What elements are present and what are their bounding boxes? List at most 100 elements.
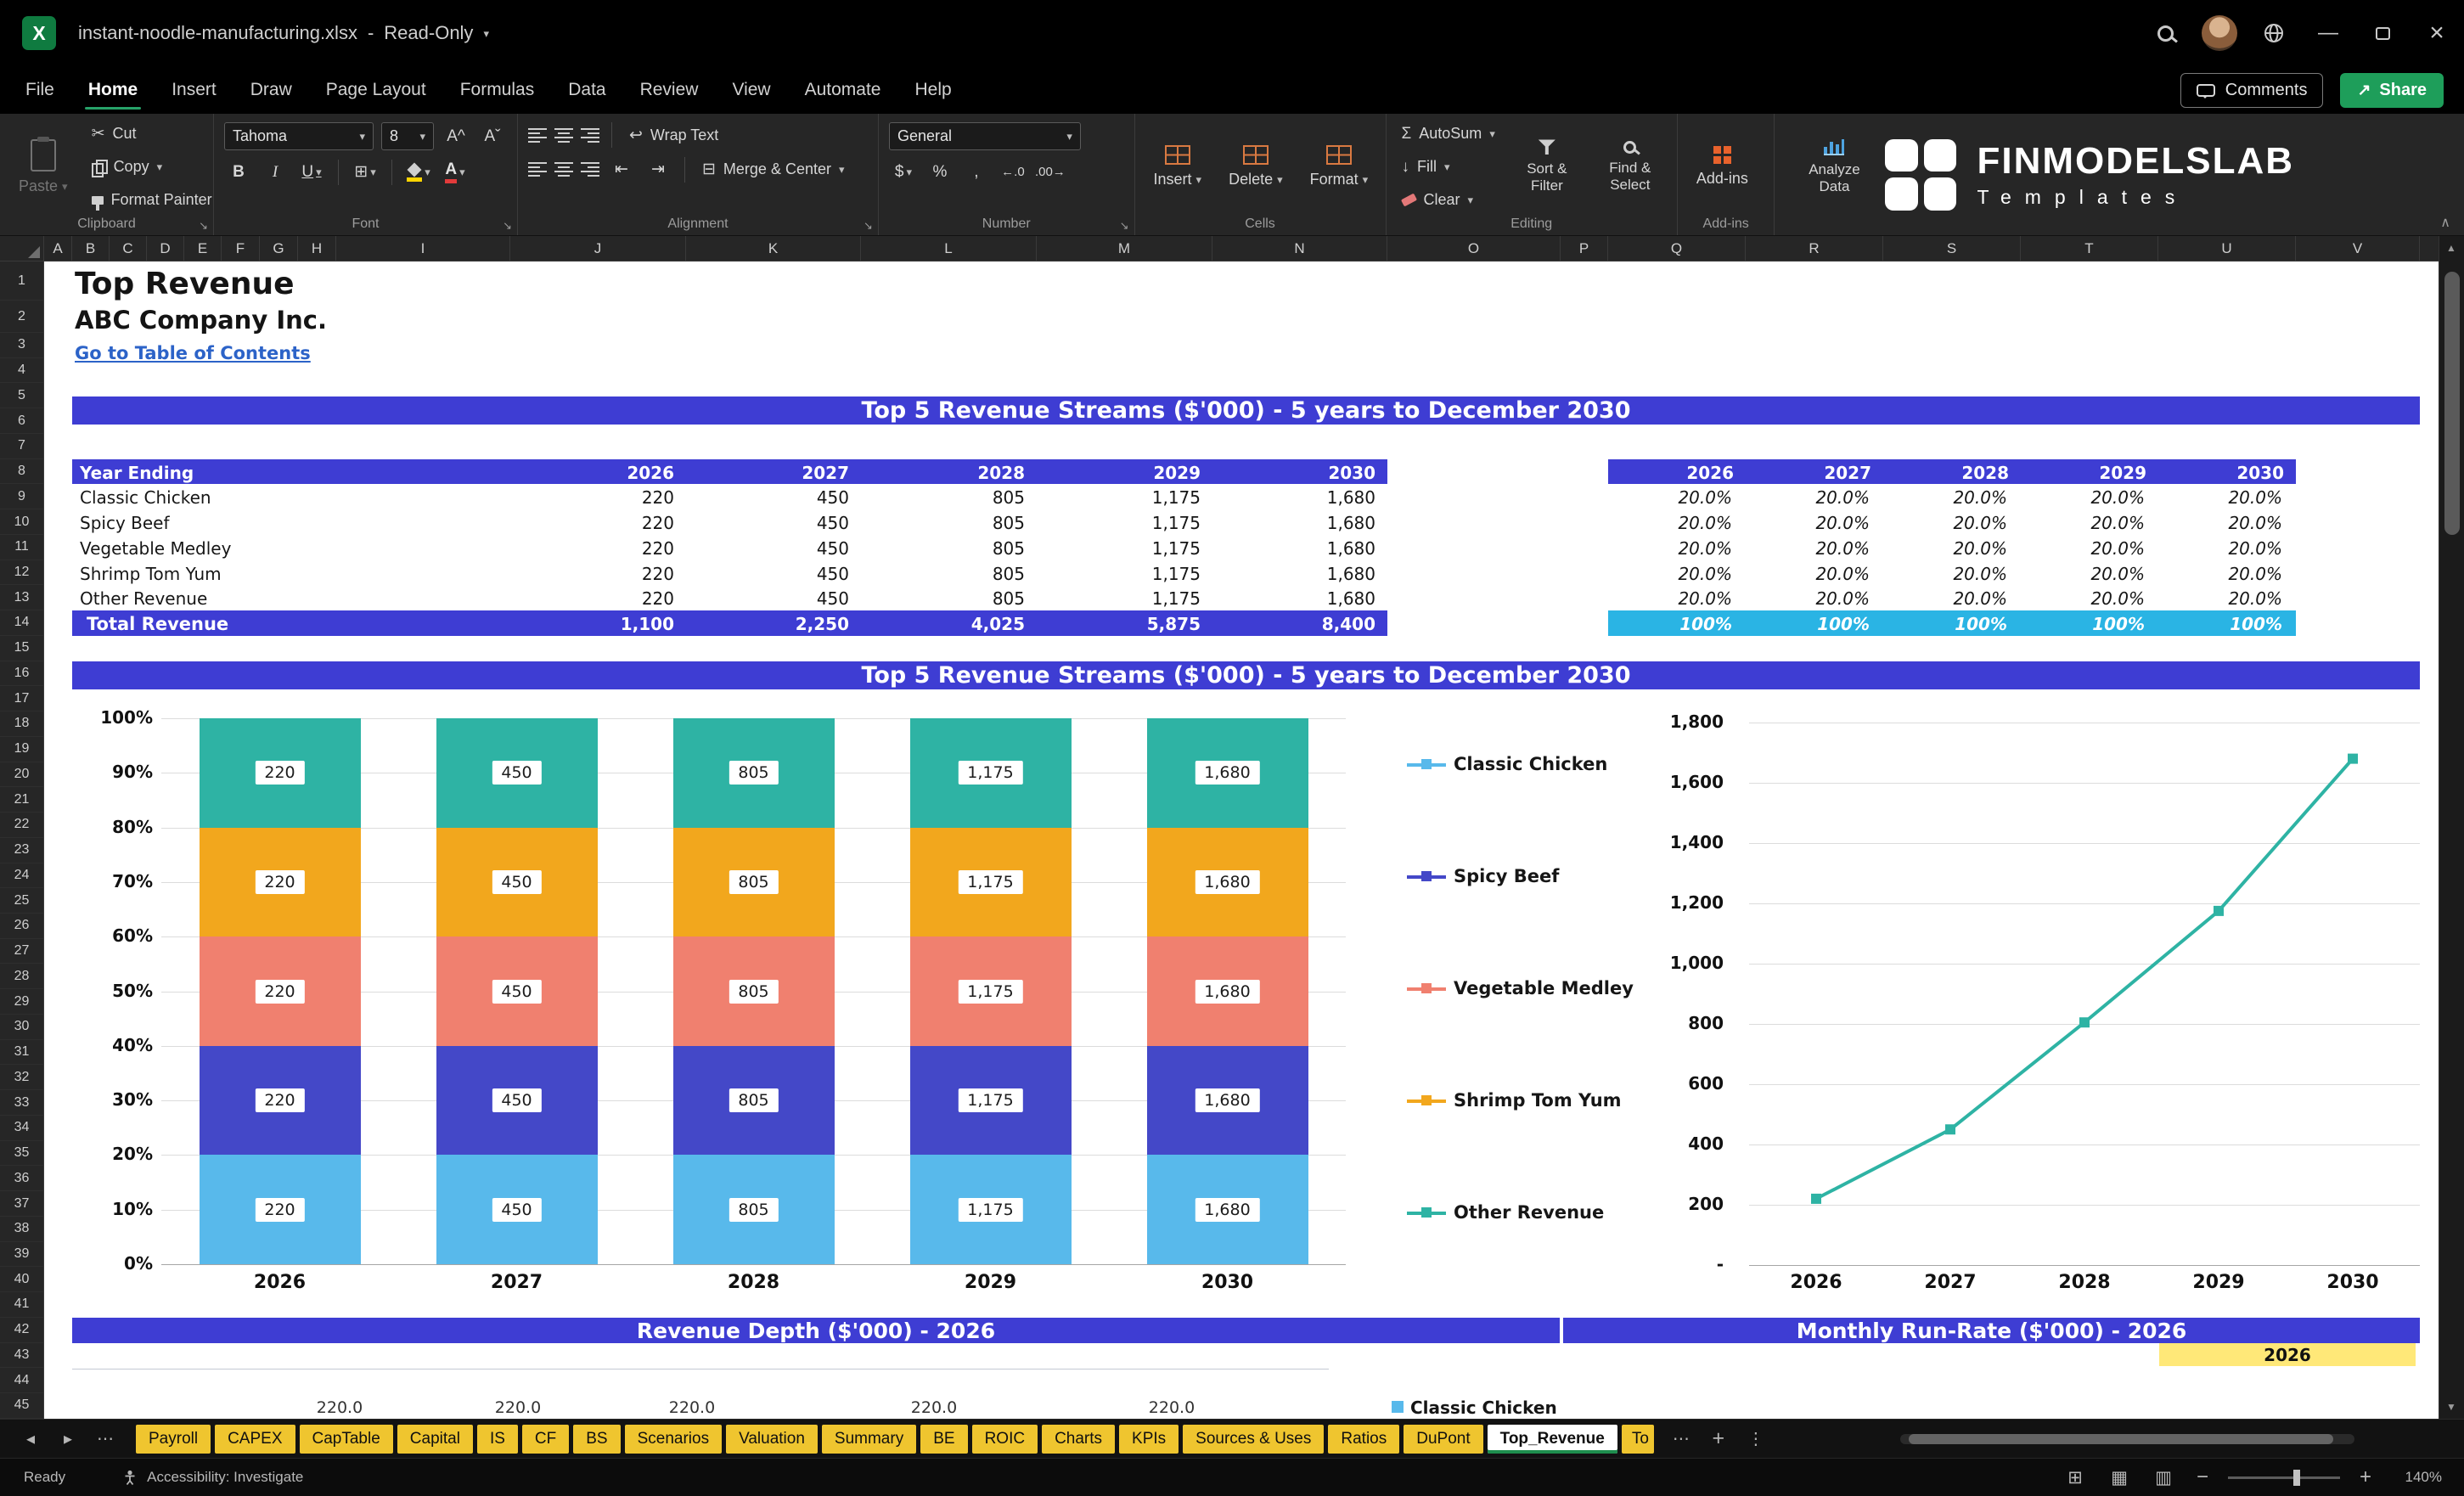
total-value: 8,400: [1321, 614, 1375, 635]
new-sheet-button[interactable]: +: [1700, 1426, 1737, 1451]
page-layout-view-button[interactable]: [2097, 1469, 2141, 1487]
banner-monthly-runrate: Monthly Run-Rate ($'000) - 2026: [1563, 1318, 2420, 1343]
scroll-up-icon[interactable]: [2446, 243, 2456, 253]
sheet-tab-is[interactable]: IS: [476, 1424, 518, 1454]
tabs-scroll-right-button[interactable]: [49, 1431, 87, 1448]
stream-name: Classic Chicken: [80, 487, 211, 509]
total-pct: 100%: [1955, 614, 2007, 635]
bar-data-label: 1,680: [1195, 979, 1260, 1004]
line-y-label: 1,400: [1669, 832, 1724, 852]
sheet-tab-capex[interactable]: CAPEX: [215, 1424, 295, 1454]
tab-overflow-button[interactable]: [1662, 1431, 1700, 1448]
banner-chart: Top 5 Revenue Streams ($'000) - 5 years …: [72, 661, 2420, 689]
bar-data-label: 220: [255, 761, 305, 785]
table-year-header: 2027: [802, 462, 849, 483]
horizontal-scrollbar-thumb[interactable]: [1909, 1434, 2333, 1444]
status-bar-right: − + 140%: [2053, 1465, 2464, 1489]
sheet-tab-summary[interactable]: Summary: [821, 1424, 917, 1454]
bar-data-label: 220: [255, 979, 305, 1004]
stream-value: 1,175: [1151, 537, 1201, 559]
sheet-tab-bs[interactable]: BS: [573, 1424, 621, 1454]
sheet-tab-cf[interactable]: CF: [521, 1424, 570, 1454]
sheet-tab-payroll[interactable]: Payroll: [136, 1424, 211, 1454]
line-marker: [2214, 905, 2224, 916]
bar-data-label: 1,175: [958, 979, 1023, 1004]
bar-data-label: 450: [492, 761, 542, 785]
legend-label-other-revenue: Other Revenue: [1454, 1202, 1605, 1223]
zoom-slider[interactable]: [2228, 1469, 2340, 1486]
sheet-tab-scenarios[interactable]: Scenarios: [624, 1424, 723, 1454]
tab-options-button[interactable]: [1737, 1431, 1775, 1448]
legend-marker-other-revenue: [1421, 1207, 1432, 1218]
sheet-tab-partial[interactable]: To: [1621, 1424, 1654, 1454]
stream-value: 1,680: [1326, 563, 1375, 584]
sheet-tab-capital[interactable]: Capital: [397, 1424, 473, 1454]
sheet-tab-bar: PayrollCAPEXCapTableCapitalISCFBSScenari…: [0, 1419, 2464, 1458]
tabs-scroll-left-button[interactable]: [12, 1431, 49, 1448]
sheet-tab-dupont[interactable]: DuPont: [1404, 1424, 1483, 1454]
total-pct: 100%: [2230, 614, 2282, 635]
bar-y-label: 80%: [112, 816, 153, 837]
stream-value: 450: [816, 487, 849, 509]
pct-year-header: 2030: [2236, 462, 2284, 483]
bar-data-label: 450: [492, 1088, 542, 1113]
zoom-level[interactable]: 140%: [2382, 1469, 2442, 1486]
bar-y-label: 90%: [112, 762, 153, 783]
total-value: 5,875: [1146, 614, 1201, 635]
line-y-label: 600: [1688, 1073, 1724, 1094]
stream-value: 1,175: [1151, 487, 1201, 509]
toc-link[interactable]: Go to Table of Contents: [75, 343, 311, 363]
bar-data-label: 1,175: [958, 869, 1023, 894]
sheet-tab-roic[interactable]: ROIC: [971, 1424, 1038, 1454]
scroll-down-icon[interactable]: [2446, 1402, 2456, 1412]
bottom-legend-label: Classic Chicken: [1410, 1398, 1557, 1418]
bar-data-label: 1,175: [958, 1088, 1023, 1113]
line-y-label: -: [1716, 1254, 1724, 1274]
stream-value: 1,680: [1326, 487, 1375, 509]
stream-value: 1,680: [1326, 537, 1375, 559]
zoom-out-button[interactable]: −: [2186, 1465, 2219, 1489]
company-name: ABC Company Inc.: [75, 306, 327, 335]
sheet-tab-captable[interactable]: CapTable: [299, 1424, 393, 1454]
vertical-scrollbar[interactable]: [2439, 236, 2464, 1419]
vertical-scrollbar-thumb[interactable]: [2444, 272, 2460, 535]
sheet-tab-ratios[interactable]: Ratios: [1328, 1424, 1400, 1454]
bar-y-label: 10%: [112, 1198, 153, 1219]
table-year-header: 2030: [1328, 462, 1375, 483]
stream-pct: 20.0%: [1815, 537, 1870, 559]
stream-pct: 20.0%: [1953, 487, 2007, 509]
stream-pct: 20.0%: [1953, 513, 2007, 534]
accessibility-status[interactable]: Accessibility: Investigate: [147, 1469, 303, 1486]
bar-y-label: 60%: [112, 925, 153, 947]
partial-data-label: 220.0: [1148, 1398, 1195, 1417]
tabs-list-button[interactable]: [87, 1431, 124, 1448]
sheet-tab-kpis[interactable]: KPIs: [1119, 1424, 1179, 1454]
accessibility-icon: [125, 1470, 135, 1486]
stream-value: 805: [992, 513, 1025, 534]
legend-label-spicy-beef: Spicy Beef: [1454, 866, 1560, 886]
sheet-tab-sources-uses[interactable]: Sources & Uses: [1183, 1424, 1325, 1454]
sheet-tab-be[interactable]: BE: [920, 1424, 968, 1454]
legend-label-vegetable-medley: Vegetable Medley: [1454, 978, 1634, 998]
bar-data-label: 220: [255, 1197, 305, 1222]
sheet-tab-charts[interactable]: Charts: [1042, 1424, 1116, 1454]
bar-data-label: 220: [255, 1088, 305, 1113]
year-selector-cell[interactable]: 2026: [2159, 1343, 2416, 1366]
sheet-tab-top-revenue[interactable]: Top_Revenue: [1487, 1424, 1617, 1454]
sheet-tab-valuation[interactable]: Valuation: [726, 1424, 818, 1454]
legend-marker-spicy-beef: [1421, 871, 1432, 881]
normal-view-button[interactable]: [2053, 1469, 2097, 1487]
bar-y-label: 20%: [112, 1144, 153, 1165]
excel-window: X instant-noodle-manufacturing.xlsx - Re…: [0, 0, 2464, 1496]
line-y-label: 1,000: [1669, 953, 1724, 973]
stream-pct: 20.0%: [1678, 513, 1732, 534]
stream-value: 805: [992, 487, 1025, 509]
sheet-content: Top Revenue ABC Company Inc. Go to Table…: [0, 0, 2464, 1419]
bar-data-label: 1,175: [958, 1197, 1023, 1222]
zoom-slider-thumb[interactable]: [2292, 1469, 2300, 1486]
stream-value: 450: [816, 588, 849, 610]
stream-pct: 20.0%: [1815, 513, 1870, 534]
page-break-view-button[interactable]: [2141, 1469, 2186, 1487]
bar-data-label: 1,680: [1195, 1197, 1260, 1222]
zoom-in-button[interactable]: +: [2349, 1465, 2382, 1489]
